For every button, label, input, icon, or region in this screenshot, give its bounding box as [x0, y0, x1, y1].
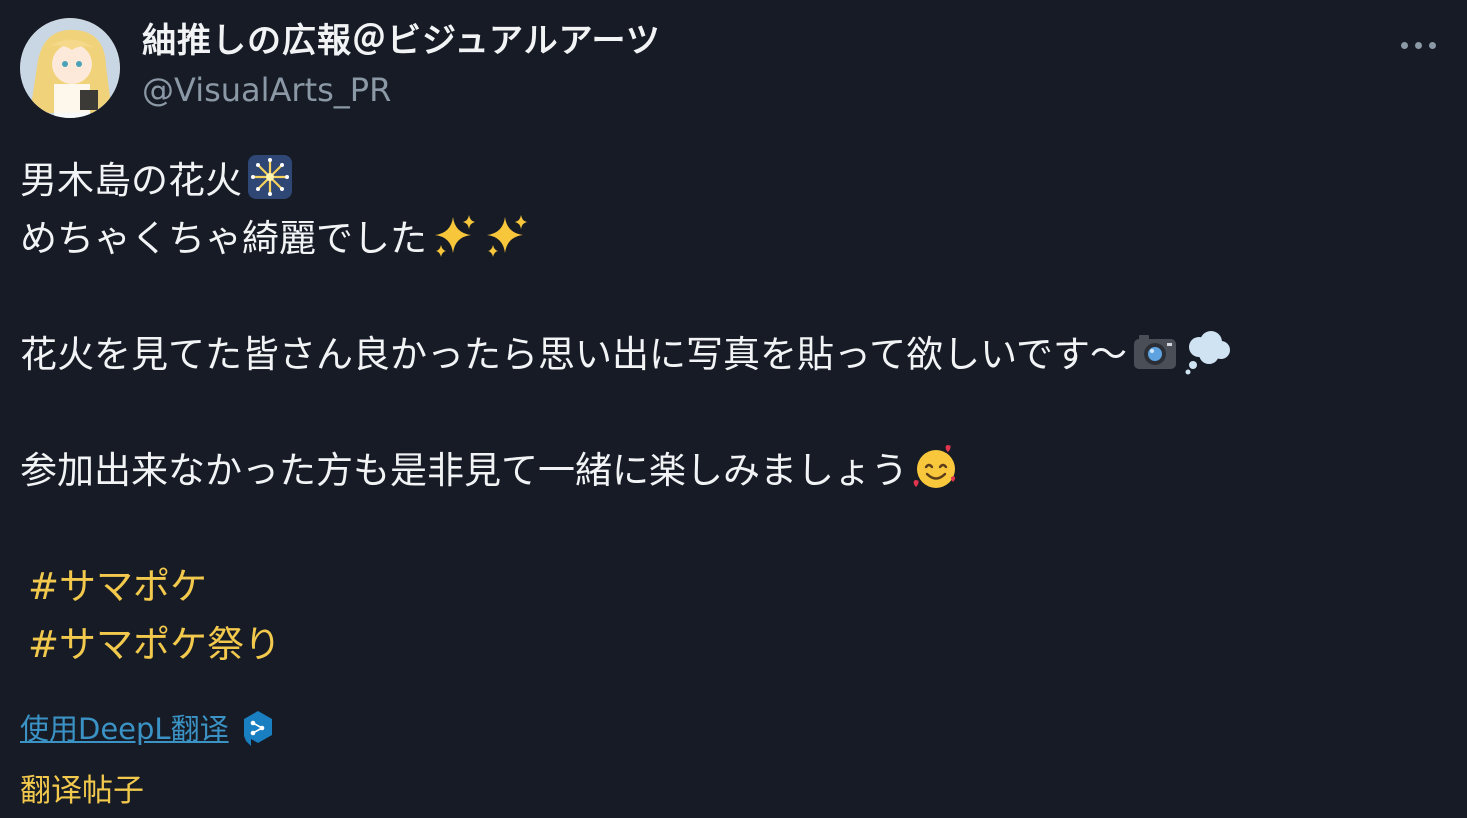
user-names: 紬推しの広報＠ビジュアルアーツ @VisualArts_PR [142, 18, 661, 116]
tweet-line-2: めちゃくちゃ綺麗でした [20, 210, 1440, 268]
camera-icon [1134, 335, 1177, 369]
tweet-line-3: 花火を見てた皆さん良かったら思い出に写真を貼って欲しいです〜 [20, 326, 1440, 384]
tweet-text: 男木島の花火 めちゃくちゃ綺麗でした 花火を見てた皆さん良かったら思い出に写真を… [20, 152, 1440, 674]
user-handle[interactable]: @VisualArts_PR [142, 64, 661, 116]
display-name[interactable]: 紬推しの広報＠ビジュアルアーツ [142, 18, 661, 64]
deepl-label: 使用DeepL翻译 [20, 712, 229, 746]
translate-post-button[interactable]: 翻译帖子 [20, 765, 144, 810]
sparkles-icon [435, 215, 475, 257]
avatar-character-icon [20, 18, 120, 118]
sparkler-icon [248, 155, 292, 199]
tweet-header: 紬推しの広報＠ビジュアルアーツ @VisualArts_PR [20, 18, 1447, 118]
tweet-line-4: 参加出来なかった方も是非見て一緒に楽しみましょう [20, 442, 1440, 500]
more-options-icon[interactable] [1399, 40, 1439, 50]
tweet-line-1: 男木島の花火 [20, 152, 1440, 210]
hashtag-link[interactable]: #サマポケ祭り [20, 616, 1440, 674]
deepl-logo-icon [243, 711, 272, 746]
smiling-face-with-hearts-icon [913, 444, 956, 488]
deepl-translate-link[interactable]: 使用DeepL翻译 [20, 706, 275, 748]
hashtag-link[interactable]: #サマポケ [20, 558, 1440, 616]
avatar[interactable] [20, 18, 120, 118]
sparkles-icon [487, 215, 527, 257]
thought-balloon-icon [1185, 331, 1231, 375]
tweet: 紬推しの広報＠ビジュアルアーツ @VisualArts_PR 男木島の花火 めち… [0, 0, 1467, 818]
